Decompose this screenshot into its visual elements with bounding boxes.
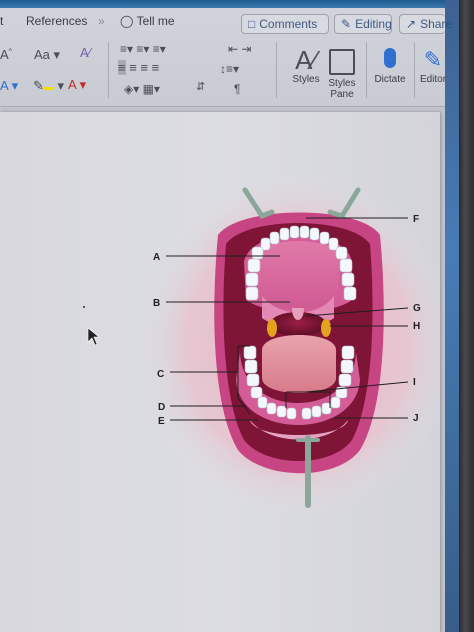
- editor-pen-icon: ✎: [423, 47, 443, 72]
- microphone-icon: [384, 48, 396, 68]
- label-c: C: [157, 369, 164, 380]
- line-spacing-icon[interactable]: ↕≡▾: [220, 62, 239, 76]
- share-icon: ↗: [406, 17, 417, 31]
- tell-me-search[interactable]: ◯ Tell me: [120, 14, 175, 28]
- tab-previous[interactable]: t: [0, 14, 3, 28]
- right-tonsil: [321, 319, 331, 337]
- label-g: G: [413, 303, 421, 314]
- editing-label: Editing: [355, 17, 392, 31]
- ribbon: t References » ◯ Tell me □ Comments ✎ Ed…: [0, 0, 452, 107]
- styles-pane-icon: [329, 49, 355, 75]
- left-tonsil: [267, 319, 277, 337]
- document-page[interactable]: A B C D E F G H I J: [0, 112, 440, 632]
- editing-button[interactable]: ✎ Editing: [334, 14, 392, 34]
- dictate-button[interactable]: Dictate: [370, 46, 410, 85]
- highlight-color-icon[interactable]: ✎ ▾: [33, 78, 64, 94]
- clear-formatting-icon[interactable]: A⁄: [80, 45, 91, 60]
- align-icons[interactable]: ≡ ≡ ≡ ≡: [118, 60, 159, 75]
- screen-edge-glow: [445, 0, 459, 632]
- overflow-chevron-icon[interactable]: »: [98, 14, 105, 28]
- label-a: A: [153, 252, 160, 263]
- label-b: B: [153, 298, 160, 309]
- indent-icons[interactable]: ⇤ ⇥: [228, 42, 251, 56]
- comments-button[interactable]: □ Comments: [241, 14, 329, 34]
- styles-icon: A⁄: [295, 45, 317, 75]
- photo-of-screen: t References » ◯ Tell me □ Comments ✎ Ed…: [0, 0, 474, 632]
- tongue: [262, 335, 336, 393]
- mouse-cursor-icon: [87, 327, 100, 346]
- bullets-icon[interactable]: ≡▾ ≡▾ ≡▾: [120, 42, 166, 56]
- tab-references[interactable]: References: [26, 14, 87, 28]
- change-case-button[interactable]: Aa ▾: [34, 47, 60, 63]
- pencil-icon: ✎: [341, 17, 352, 31]
- label-e: E: [158, 416, 165, 427]
- share-button[interactable]: ↗ Share: [399, 14, 452, 34]
- label-f: F: [413, 214, 419, 225]
- hard-palate: [256, 241, 340, 309]
- font-color-icon[interactable]: A ▾: [68, 77, 86, 93]
- tell-me-label: Tell me: [136, 14, 175, 28]
- grow-font-button[interactable]: A^: [0, 47, 12, 62]
- mouth-anatomy-diagram: A B C D E F G H I J: [83, 170, 440, 520]
- shading-icon[interactable]: ◈▾ ▦▾: [124, 82, 160, 96]
- styles-button[interactable]: A⁄ Styles: [286, 46, 326, 85]
- dictate-label: Dictate: [374, 74, 406, 85]
- stray-dot: [83, 306, 85, 308]
- comment-icon: □: [248, 17, 256, 31]
- label-i: I: [413, 377, 416, 388]
- styles-label: Styles: [292, 74, 320, 85]
- styles-pane-label: Styles Pane: [328, 78, 356, 100]
- label-h: H: [413, 321, 420, 332]
- comments-label: Comments: [259, 17, 318, 31]
- pilcrow-icon[interactable]: ¶: [234, 82, 240, 96]
- label-j: J: [413, 413, 419, 424]
- editor-label: Editor: [419, 74, 447, 85]
- lightbulb-icon: ◯: [120, 14, 134, 28]
- title-bar: [0, 0, 445, 8]
- editor-button[interactable]: ✎ Editor: [418, 46, 448, 85]
- sort-icon[interactable]: ⇵: [196, 80, 205, 93]
- label-d: D: [158, 402, 165, 413]
- text-effects-icon[interactable]: A ▾: [0, 78, 18, 94]
- styles-pane-button[interactable]: Styles Pane: [325, 46, 359, 100]
- monitor-bezel: [459, 0, 474, 632]
